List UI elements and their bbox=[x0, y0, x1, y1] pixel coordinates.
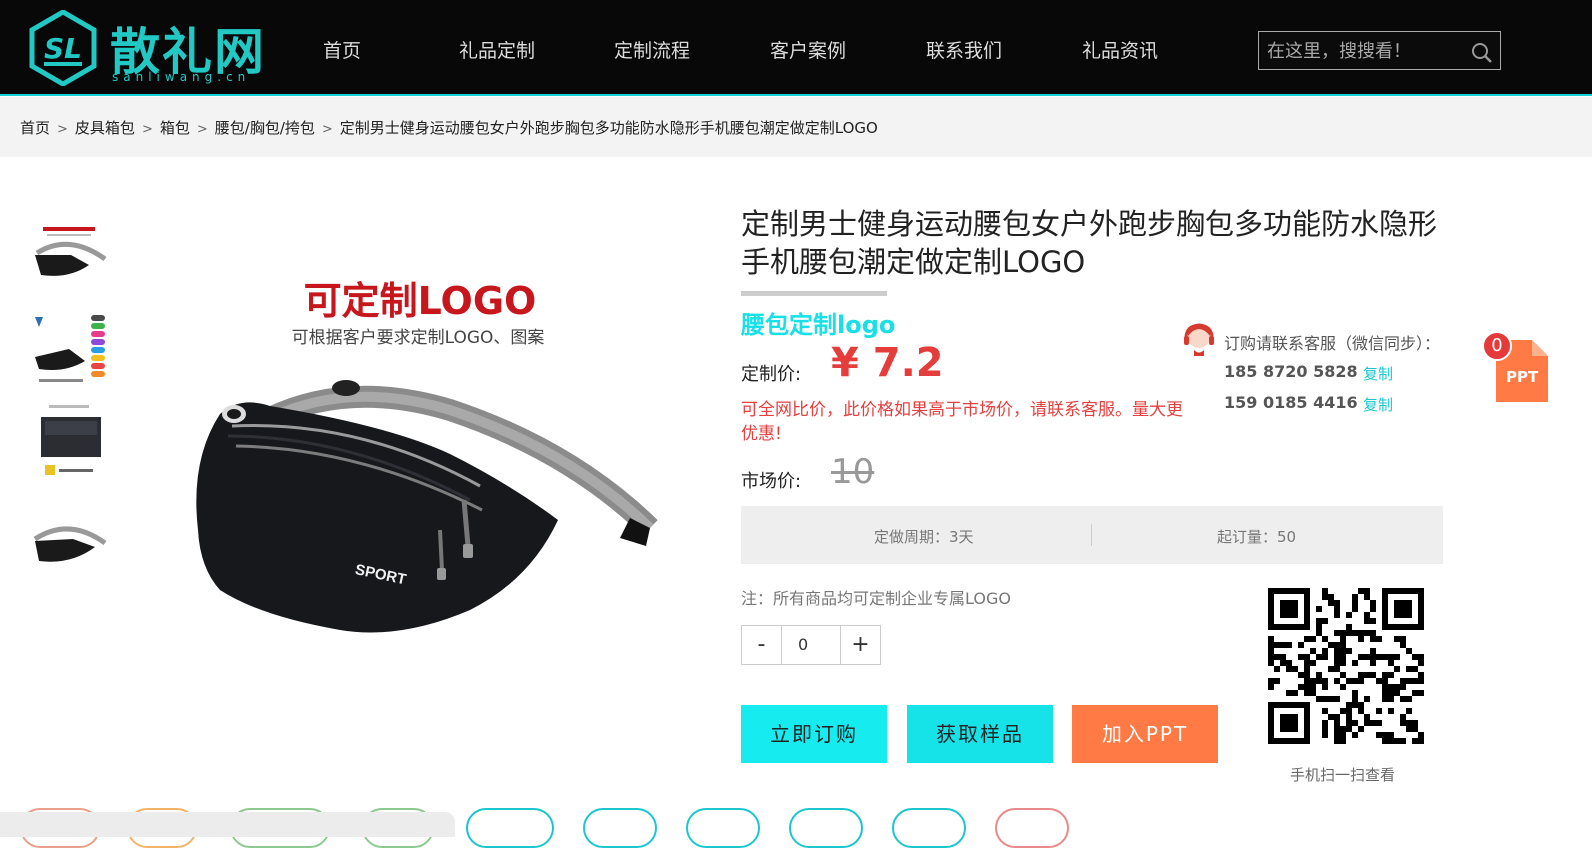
title-underline bbox=[741, 291, 887, 296]
minimum-order: 起订量：50 bbox=[1217, 528, 1297, 546]
price-compare-note: 可全网比价，此价格如果高于市场价，请联系客服。量大更优惠! bbox=[741, 400, 1183, 444]
buy-now-button[interactable]: 立即订购 bbox=[741, 705, 887, 763]
breadcrumb-current: 定制男士健身运动腰包女户外跑步胸包多功能防水隐形手机腰包潮定做定制LOGO bbox=[339, 119, 878, 137]
waist-bag-illustration: SPORT bbox=[196, 380, 658, 633]
spec-divider bbox=[1091, 524, 1092, 546]
nav-home[interactable]: 首页 bbox=[323, 36, 361, 63]
search-box bbox=[1258, 31, 1501, 70]
get-sample-button[interactable]: 获取样品 bbox=[907, 705, 1053, 763]
copy-phone-1-button[interactable]: 复制 bbox=[1363, 363, 1393, 384]
tag-pill[interactable] bbox=[995, 808, 1069, 848]
search-input[interactable] bbox=[1267, 38, 1462, 64]
main-product-image: 可定制LOGO 可根据客户要求定制LOGO、图案 SPORT bbox=[150, 200, 690, 670]
tag-pill[interactable] bbox=[583, 808, 657, 848]
thumbnail-2[interactable] bbox=[28, 308, 108, 388]
phone-2: 159 0185 4416 bbox=[1224, 393, 1358, 412]
site-logo[interactable]: SL 散礼网 sanliwang.cn bbox=[28, 9, 268, 87]
breadcrumb-bags[interactable]: 箱包 bbox=[160, 119, 190, 137]
qty-input[interactable]: 0 bbox=[782, 626, 840, 664]
breadcrumb-separator: > bbox=[321, 122, 333, 137]
nav-gift-custom[interactable]: 礼品定制 bbox=[459, 36, 535, 63]
market-price-label: 市场价: bbox=[741, 471, 802, 492]
breadcrumb-separator: > bbox=[196, 122, 208, 137]
breadcrumb-home[interactable]: 首页 bbox=[20, 119, 50, 137]
qty-plus-button[interactable]: + bbox=[840, 626, 880, 664]
thumbnail-3[interactable] bbox=[28, 398, 108, 478]
bottom-status-bar bbox=[0, 812, 455, 837]
add-ppt-button[interactable]: 加入PPT bbox=[1072, 705, 1218, 763]
tag-pill[interactable] bbox=[466, 808, 554, 848]
contact-title: 订购请联系客服（微信同步）： bbox=[1224, 334, 1441, 353]
tag-pill[interactable] bbox=[789, 808, 863, 848]
copy-phone-2-button[interactable]: 复制 bbox=[1363, 394, 1393, 415]
tag-pill[interactable] bbox=[686, 808, 760, 848]
custom-price-label: 定制价: bbox=[741, 364, 802, 385]
product-subtitle: 腰包定制logo bbox=[741, 311, 896, 339]
ppt-float-label: PPT bbox=[1506, 368, 1539, 386]
search-icon[interactable] bbox=[1471, 42, 1493, 68]
nav-contact[interactable]: 联系我们 bbox=[926, 36, 1002, 63]
market-price: 10 bbox=[831, 452, 875, 492]
logo-subtext: sanliwang.cn bbox=[112, 70, 251, 84]
nav-cases[interactable]: 客户案例 bbox=[770, 36, 846, 63]
qr-code bbox=[1268, 588, 1424, 744]
svg-text:SL: SL bbox=[44, 32, 82, 65]
product-title: 定制男士健身运动腰包女户外跑步胸包多功能防水隐形手机腰包潮定做定制LOGO bbox=[741, 207, 1438, 279]
qr-caption: 手机扫一扫查看 bbox=[1290, 766, 1396, 784]
nav-news[interactable]: 礼品资讯 bbox=[1082, 36, 1158, 63]
breadcrumb-separator: > bbox=[141, 122, 153, 137]
custom-price: ¥ 7.2 bbox=[831, 340, 944, 386]
breadcrumb-leather[interactable]: 皮具箱包 bbox=[75, 119, 135, 137]
customer-service-icon bbox=[1182, 322, 1216, 360]
phone-1: 185 8720 5828 bbox=[1224, 362, 1358, 381]
site-header: SL 散礼网 sanliwang.cn 首页 礼品定制 定制流程 客户案例 联系… bbox=[0, 0, 1592, 96]
logo-badge-icon: SL bbox=[29, 9, 97, 87]
thumbnail-4[interactable] bbox=[28, 504, 108, 584]
quantity-stepper: - 0 + bbox=[741, 625, 881, 665]
tag-pill[interactable] bbox=[892, 808, 966, 848]
breadcrumb-waist-bags[interactable]: 腰包/胸包/挎包 bbox=[215, 119, 315, 137]
production-period: 定做周期：3天 bbox=[874, 528, 974, 546]
breadcrumb: 首页 > 皮具箱包 > 箱包 > 腰包/胸包/挎包 > 定制男士健身运动腰包女户外跑步胸包多功能… bbox=[0, 97, 1592, 157]
qty-minus-button[interactable]: - bbox=[742, 626, 782, 664]
breadcrumb-separator: > bbox=[57, 122, 68, 137]
spec-bar: 定做周期：3天 起订量：50 bbox=[741, 506, 1443, 564]
nav-process[interactable]: 定制流程 bbox=[614, 36, 690, 63]
thumbnail-1[interactable] bbox=[28, 218, 108, 298]
logo-note: 注：所有商品均可定制企业专属LOGO bbox=[741, 589, 1011, 608]
ppt-count-badge: 0 bbox=[1482, 331, 1512, 361]
